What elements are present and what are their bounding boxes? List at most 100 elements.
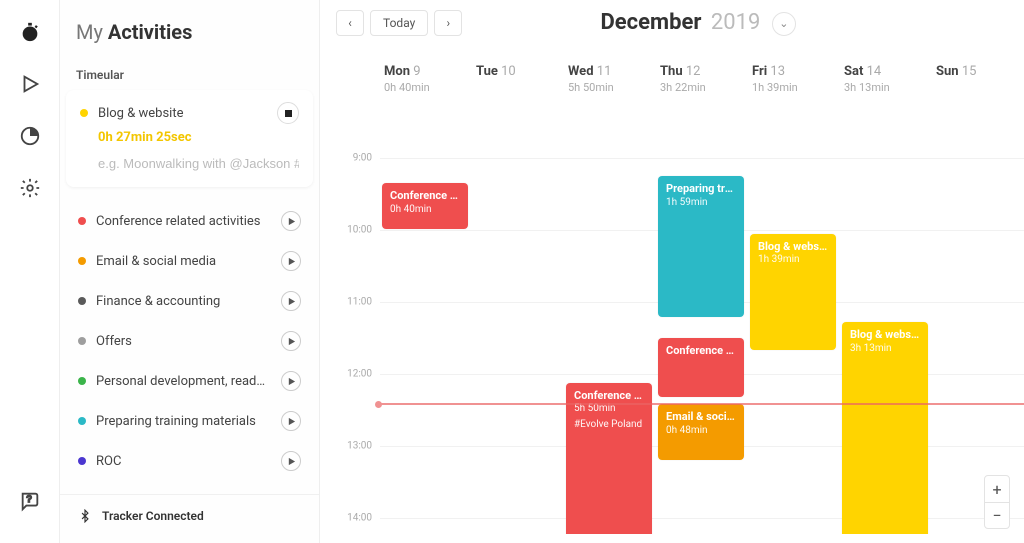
calendar: ‹ Today › December 2019 ⌄ Mon 9 0h 40min…: [320, 0, 1024, 543]
day-header[interactable]: Mon 9 0h 40min: [380, 64, 472, 104]
prev-week-button[interactable]: ‹: [336, 10, 364, 36]
hour-line: [380, 158, 1024, 159]
stop-icon: [285, 110, 292, 117]
activity-color-dot: [78, 257, 86, 265]
event-duration: 1h 59min: [666, 197, 736, 210]
track-icon[interactable]: [18, 20, 42, 44]
calendar-grid: 9:0010:0011:0012:0013:0014:00 Conference…: [320, 104, 1024, 534]
day-header[interactable]: Sun 15: [932, 64, 1024, 104]
active-activity-card: Blog & website 0h 27min 25sec: [66, 90, 313, 187]
event-prep[interactable]: Preparing trai…1h 59min: [658, 176, 744, 317]
hour-label: 12:00: [347, 369, 372, 380]
day-header[interactable]: Wed 11 5h 50min: [564, 64, 656, 104]
event-duration: 0h 48min: [666, 425, 736, 438]
play-button[interactable]: [281, 251, 301, 271]
active-timer: 0h 27min 25sec: [98, 130, 299, 145]
event-conf[interactable]: Conference re…: [658, 338, 744, 397]
play-button[interactable]: [281, 411, 301, 431]
page-title: My Activities: [76, 20, 303, 44]
stop-button[interactable]: [277, 102, 299, 124]
event-blog[interactable]: Blog & website3h 13min: [842, 322, 928, 534]
day-total: 5h 50min: [568, 81, 652, 94]
activity-color-dot: [78, 217, 86, 225]
activity-color-dot: [78, 297, 86, 305]
activity-label: Offers: [96, 334, 281, 349]
activity-item-email[interactable]: Email & social media: [66, 241, 313, 281]
zoom-in-button[interactable]: +: [985, 476, 1009, 502]
event-duration: 5h 50min: [574, 403, 644, 416]
hour-label: 13:00: [347, 441, 372, 452]
play-button[interactable]: [281, 211, 301, 231]
activity-item-roc[interactable]: ROC: [66, 441, 313, 481]
bluetooth-icon: [78, 509, 92, 523]
settings-icon[interactable]: [18, 176, 42, 200]
day-header[interactable]: Tue 10: [472, 64, 564, 104]
event-title: Preparing trai…: [666, 182, 736, 196]
hour-label: 14:00: [347, 513, 372, 524]
title-pre: My: [76, 20, 108, 44]
help-icon[interactable]: ?: [18, 489, 42, 513]
event-title: Conference re…: [390, 189, 460, 203]
insights-icon[interactable]: [18, 124, 42, 148]
hour-label: 10:00: [347, 225, 372, 236]
event-conf[interactable]: Conference re…0h 40min: [382, 183, 468, 229]
day-header[interactable]: Thu 12 3h 22min: [656, 64, 748, 104]
event-conf[interactable]: Conference re…5h 50min#Evolve Poland: [566, 383, 652, 534]
play-button[interactable]: [281, 331, 301, 351]
tracker-label: Tracker Connected: [102, 509, 204, 523]
event-tag: #Evolve Poland: [574, 419, 644, 432]
now-line: [380, 403, 1024, 405]
grid-body[interactable]: Conference re…0h 40minConference re…5h 5…: [380, 104, 1024, 534]
zoom-control: + −: [984, 475, 1010, 529]
play-button[interactable]: [281, 451, 301, 471]
activity-item-offers[interactable]: Offers: [66, 321, 313, 361]
activity-color-dot: [78, 337, 86, 345]
play-button[interactable]: [281, 371, 301, 391]
workspace-label: Timeular: [76, 68, 303, 82]
activity-label: Conference related activities: [96, 214, 281, 229]
reports-icon[interactable]: [18, 72, 42, 96]
month-label: December 2019 ⌄: [468, 10, 928, 35]
month-picker-button[interactable]: ⌄: [772, 12, 796, 36]
event-email[interactable]: Email & social …0h 48min: [658, 404, 744, 460]
hour-label: 11:00: [347, 297, 372, 308]
sidebar: My Activities Timeular Blog & website 0h…: [60, 0, 320, 543]
activity-item-finance[interactable]: Finance & accounting: [66, 281, 313, 321]
hour-gutter: 9:0010:0011:0012:0013:0014:00: [320, 104, 380, 534]
activity-label: ROC: [96, 454, 281, 469]
note-input[interactable]: [80, 154, 299, 173]
day-total: 1h 39min: [752, 81, 836, 94]
activity-item-personal[interactable]: Personal development, read…: [66, 361, 313, 401]
event-blog[interactable]: Blog & website1h 39min: [750, 234, 836, 351]
day-headers: Mon 9 0h 40minTue 10 Wed 11 5h 50minThu …: [320, 64, 1024, 104]
event-title: Blog & website: [850, 328, 920, 342]
event-duration: 3h 13min: [850, 343, 920, 356]
activity-label: Personal development, read…: [96, 374, 281, 389]
year: 2019: [711, 10, 760, 35]
day-total: 3h 13min: [844, 81, 928, 94]
activity-label: Preparing training materials: [96, 414, 281, 429]
play-button[interactable]: [281, 291, 301, 311]
activity-item-conf[interactable]: Conference related activities: [66, 201, 313, 241]
activity-list: Conference related activities Email & so…: [66, 201, 313, 481]
next-week-button[interactable]: ›: [434, 10, 462, 36]
day-total: 3h 22min: [660, 81, 744, 94]
day-header[interactable]: Fri 13 1h 39min: [748, 64, 840, 104]
activity-label: Email & social media: [96, 254, 281, 269]
day-header[interactable]: Sat 14 3h 13min: [840, 64, 932, 104]
tracker-status: Tracker Connected: [60, 494, 319, 543]
zoom-out-button[interactable]: −: [985, 502, 1009, 528]
event-duration: 0h 40min: [390, 204, 460, 217]
nav-rail: ?: [0, 0, 60, 543]
activity-label: Finance & accounting: [96, 294, 281, 309]
event-duration: 1h 39min: [758, 254, 828, 267]
activity-color-dot: [78, 417, 86, 425]
month-name: December: [601, 10, 702, 35]
event-title: Email & social …: [666, 410, 736, 424]
event-title: Blog & website: [758, 240, 828, 254]
today-button[interactable]: Today: [370, 10, 428, 36]
event-title: Conference re…: [666, 344, 736, 358]
activity-color-dot: [78, 377, 86, 385]
activity-item-prep[interactable]: Preparing training materials: [66, 401, 313, 441]
svg-text:?: ?: [26, 494, 31, 504]
